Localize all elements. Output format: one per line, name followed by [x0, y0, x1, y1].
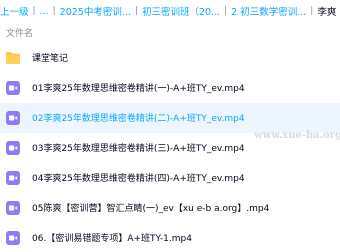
file-name: 05陈爽【密训营】智汇点睛(一)_ev【xu e-b a.org】.mp4	[32, 204, 270, 214]
video-file-icon	[6, 231, 20, 245]
breadcrumb-separator: |	[310, 6, 314, 16]
list-item-video[interactable]: 03李爽25年数理思维密卷精讲(三)-A+班TY_ev.mp4	[0, 133, 340, 163]
breadcrumb: 上一级 | ... | 2025中考密训... | 初三密训班（20... | …	[0, 0, 340, 22]
breadcrumb-separator: |	[52, 6, 56, 16]
file-browser: 上一级 | ... | 2025中考密训... | 初三密训班（20... | …	[0, 0, 340, 252]
list-item-video[interactable]: 01李爽25年数理思维密卷精讲(一)-A+班TY_ev.mp4	[0, 73, 340, 103]
breadcrumb-separator: |	[32, 6, 36, 16]
file-list: 课堂笔记 01李爽25年数理思维密卷精讲(一)-A+班TY_ev.mp4 02李…	[0, 43, 340, 252]
list-item-folder[interactable]: 课堂笔记	[0, 43, 340, 73]
breadcrumb-up-level[interactable]: 上一级	[0, 4, 29, 18]
list-item-video[interactable]: 05陈爽【密训营】智汇点睛(一)_ev【xu e-b a.org】.mp4	[0, 193, 340, 223]
file-name: 04李爽25年数理思维密卷精讲(四)-A+班TY_ev.mp4	[32, 174, 245, 184]
breadcrumb-item-2025-zhongkao[interactable]: 2025中考密训...	[60, 4, 131, 18]
breadcrumb-ellipsis[interactable]: ...	[40, 6, 49, 17]
video-file-icon	[6, 81, 20, 95]
list-item-video[interactable]: 04李爽25年数理思维密卷精讲(四)-A+班TY_ev.mp4	[0, 163, 340, 193]
breadcrumb-current-folder: 李爽【xu e-...	[317, 7, 340, 18]
file-name: 课堂笔记	[32, 54, 69, 64]
file-name: 01李爽25年数理思维密卷精讲(一)-A+班TY_ev.mp4	[32, 84, 245, 94]
video-file-icon	[6, 171, 20, 185]
column-header-filename[interactable]: 文件名	[6, 26, 33, 39]
breadcrumb-separator: |	[134, 6, 138, 16]
list-item-video[interactable]: 06.【密训易错题专项】A+班TY-1.mp4	[0, 223, 340, 252]
video-file-icon	[6, 201, 20, 215]
video-file-icon	[6, 141, 20, 155]
file-name: 06.【密训易错题专项】A+班TY-1.mp4	[32, 234, 192, 244]
breadcrumb-item-chusan-shuxue[interactable]: 2 初三数学密训...	[231, 4, 306, 18]
video-file-icon	[6, 111, 20, 125]
folder-icon	[6, 52, 20, 64]
list-item-video-selected[interactable]: 02李爽25年数理思维密卷精讲(二)-A+班TY_ev.mp4	[0, 103, 340, 133]
file-name: 02李爽25年数理思维密卷精讲(二)-A+班TY_ev.mp4	[32, 114, 245, 124]
breadcrumb-separator: |	[224, 6, 228, 16]
file-name: 03李爽25年数理思维密卷精讲(三)-A+班TY_ev.mp4	[32, 144, 245, 154]
breadcrumb-item-chusan-mixun[interactable]: 初三密训班（20...	[142, 4, 220, 18]
